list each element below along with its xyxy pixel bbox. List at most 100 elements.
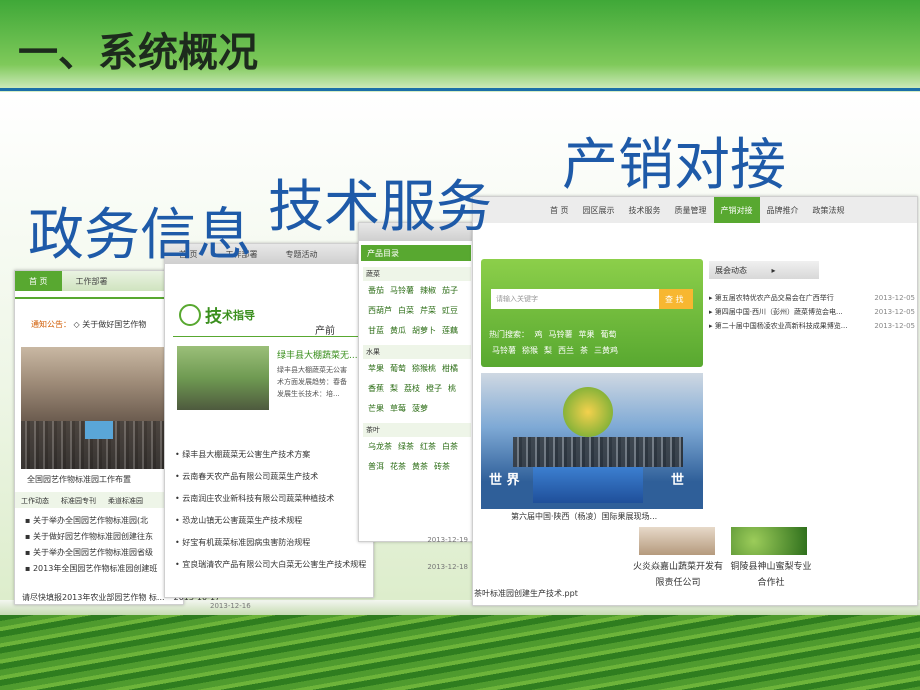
hot-word[interactable]: 三黄鸡: [594, 343, 618, 359]
product-tag[interactable]: 花茶: [390, 457, 406, 476]
product-tag[interactable]: 甘蓝: [368, 321, 384, 340]
tech-header: 技 术指导: [179, 302, 255, 327]
product-tea-items: 乌龙茶 绿茶 红茶 白茶普洱 花茶 黄茶 砖茶: [363, 437, 471, 477]
gov-nav-work[interactable]: 工作部署: [62, 271, 122, 291]
product-veg-items: 番茄 马铃薯 辣椒 茄子西葫芦 白菜 芹菜 豇豆甘蓝 黄瓜 胡萝卜 莲藕: [363, 281, 471, 341]
product-tag[interactable]: 梨: [390, 379, 398, 398]
list-item[interactable]: • 云南春天农产品有限公司蔬菜生产技术: [175, 466, 373, 488]
product-tag[interactable]: 西葫芦: [368, 301, 392, 320]
product-tag[interactable]: 黄瓜: [390, 321, 406, 340]
gov-photo-caption[interactable]: 全国园艺作物标准园工作布置: [27, 474, 131, 485]
list-item[interactable]: ▪ 关于做好园艺作物标准园创建往东: [25, 529, 183, 545]
tech-guide-icon: [179, 303, 201, 326]
tech-header-prefix: 技: [205, 307, 222, 327]
company-name-1[interactable]: 火炎焱嘉山蔬菜开发有限责任公司: [633, 559, 723, 591]
gov-tab-standard[interactable]: 柔道标准园: [102, 492, 149, 508]
tech-header-rule: [173, 336, 373, 337]
list-item[interactable]: ▪ 2013年全国园艺作物标准园创建班: [25, 561, 183, 577]
hot-word[interactable]: 猕猴: [522, 343, 538, 359]
gov-notice-label: 通知公告：: [31, 320, 71, 329]
product-tag[interactable]: 豇豆: [442, 301, 458, 320]
product-tag[interactable]: 桃: [448, 379, 456, 398]
gov-tab-journal[interactable]: 标准园专刊: [55, 492, 102, 508]
hot-word[interactable]: 西兰: [558, 343, 574, 359]
list-item[interactable]: ▸ 第四届中国·西川（彭州）蔬菜博览会电... 2013-12-05: [709, 305, 915, 319]
list-item[interactable]: ▸ 第二十届中国杨凌农业高新科技成果博览... 2013-12-05: [709, 319, 915, 333]
tech-list: • 绿丰县大棚蔬菜无公害生产技术方案 • 云南春天农产品有限公司蔬菜生产技术 •…: [175, 444, 373, 576]
product-groups: 蔬菜 番茄 马铃薯 辣椒 茄子西葫芦 白菜 芹菜 豇豆甘蓝 黄瓜 胡萝卜 莲藕 水果 苹果 葡萄 猕猴…: [363, 267, 471, 477]
product-catalog-header: 产品目录: [361, 245, 471, 261]
tea-field-image: [0, 615, 920, 690]
market-search-input[interactable]: 请输入关键字: [491, 289, 661, 309]
product-tag[interactable]: 白茶: [442, 437, 458, 456]
tech-feature-title[interactable]: 绿丰县大棚蔬菜无...: [277, 348, 358, 361]
product-tag[interactable]: 马铃薯: [390, 281, 414, 300]
tech-date-1: 2013-12-19: [427, 536, 468, 544]
product-tag[interactable]: 红茶: [420, 437, 436, 456]
product-tag[interactable]: 香蕉: [368, 379, 384, 398]
product-tag[interactable]: 绿茶: [398, 437, 414, 456]
product-tag[interactable]: 茄子: [442, 281, 458, 300]
product-group-tea: 茶叶: [363, 423, 471, 437]
tech-bottom-file[interactable]: 茶叶标准园创建生产技术.ppt: [474, 588, 624, 599]
product-tag[interactable]: 砖茶: [434, 457, 450, 476]
list-item[interactable]: • 宜良瑞清农产品有限公司大白菜无公害生产技术规程: [175, 554, 373, 576]
gov-nav: 首 页 工作部署: [15, 271, 183, 291]
hot-word[interactable]: 鸡: [535, 327, 543, 343]
gov-notice-text[interactable]: ◇ 关于做好国艺作物: [74, 320, 147, 329]
title-underline: [0, 88, 920, 91]
market-search-button[interactable]: 查 找: [659, 289, 693, 309]
product-tag[interactable]: 菠萝: [412, 399, 428, 418]
product-tag[interactable]: 芹菜: [420, 301, 436, 320]
hot-word[interactable]: 葡萄: [601, 327, 617, 343]
product-tag[interactable]: 白菜: [398, 301, 414, 320]
product-group-veg: 蔬菜: [363, 267, 471, 281]
product-tag[interactable]: 苹果: [368, 359, 384, 378]
product-tag[interactable]: 莲藕: [442, 321, 458, 340]
hot-word[interactable]: 马铃薯: [549, 327, 573, 343]
product-tag[interactable]: 芒果: [368, 399, 384, 418]
market-hot-label: 热门搜索：: [489, 330, 529, 339]
tech-tab-pre[interactable]: 产前: [315, 322, 335, 337]
hot-word[interactable]: 苹果: [579, 327, 595, 343]
list-item[interactable]: ▪ 关于举办全国园艺作物标准园(北: [25, 513, 183, 529]
product-tag[interactable]: 葡萄: [390, 359, 406, 378]
product-tag[interactable]: 荔枝: [404, 379, 420, 398]
company-name-2[interactable]: 铜陵县神山蜜梨专业合作社: [727, 559, 815, 591]
product-tag[interactable]: 黄茶: [412, 457, 428, 476]
company-photo-2: [731, 527, 807, 555]
gov-nav-home[interactable]: 首 页: [15, 271, 62, 291]
gov-list: ▪ 关于举办全国园艺作物标准园(北 ▪ 关于做好园艺作物标准园创建往东 ▪ 关于…: [25, 513, 183, 577]
list-item[interactable]: • 云南润庄农业新科技有限公司蔬菜种植技术: [175, 488, 373, 510]
label-market: 产销对接: [562, 133, 786, 198]
list-item[interactable]: ▸ 第五届农特优农产品交易会在广西举行 2013-12-05: [709, 291, 915, 305]
hot-word[interactable]: 梨: [544, 343, 552, 359]
market-nav-policy[interactable]: 政策法规: [806, 197, 852, 223]
company-photo-1: [639, 527, 715, 555]
list-item[interactable]: • 绿丰县大棚蔬菜无公害生产技术方案: [175, 444, 373, 466]
product-tag[interactable]: 胡萝卜: [412, 321, 436, 340]
product-tag[interactable]: 普洱: [368, 457, 384, 476]
hot-word[interactable]: 茶: [580, 343, 588, 359]
product-tag[interactable]: 柑橘: [442, 359, 458, 378]
market-news-list: ▸ 第五届农特优农产品交易会在广西举行 2013-12-05 ▸ 第四届中国·西川…: [709, 291, 915, 333]
gov-nav-rule: [15, 297, 183, 299]
slide-title: 一、系统概况: [18, 30, 258, 76]
list-item[interactable]: • 恐龙山镇无公害蔬菜生产技术规程: [175, 510, 373, 532]
product-fruit-items: 苹果 葡萄 猕猴桃 柑橘香蕉梨荔枝 橙子 桃芒果 草莓 菠萝: [363, 359, 471, 419]
list-item[interactable]: ▪ 关于举办全国园艺作物标准园省级: [25, 545, 183, 561]
product-tag[interactable]: 猕猴桃: [412, 359, 436, 378]
product-tag[interactable]: 草莓: [390, 399, 406, 418]
gov-tab-news[interactable]: 工作动态: [15, 492, 55, 508]
tech-date-2: 2013-12-18: [427, 563, 468, 571]
product-tag[interactable]: 乌龙茶: [368, 437, 392, 456]
label-tech-service: 技术服务: [268, 175, 492, 240]
expo-crowd: [513, 437, 683, 467]
expo-caption[interactable]: 第六届中国·陕西（杨凌）国际果展现场...: [511, 511, 657, 522]
hot-word[interactable]: 马铃薯: [492, 343, 516, 359]
product-tag[interactable]: 辣椒: [420, 281, 436, 300]
tech-nav-event[interactable]: 专题活动: [272, 244, 332, 264]
product-tag[interactable]: 番茄: [368, 281, 384, 300]
list-item[interactable]: • 好宝有机蔬菜标准园病虫害防治规程: [175, 532, 373, 554]
product-tag[interactable]: 橙子: [426, 379, 442, 398]
